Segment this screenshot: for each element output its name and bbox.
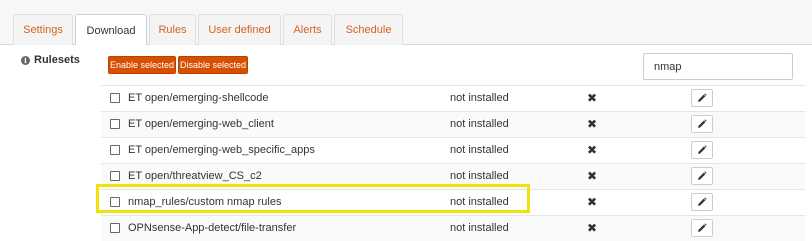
tab-settings[interactable]: Settings [13, 14, 73, 45]
ruleset-status: not installed [450, 170, 509, 182]
close-icon[interactable]: ✖ [587, 117, 597, 131]
ruleset-name: OPNsense-App-detect/file-transfer [128, 222, 297, 234]
close-icon[interactable]: ✖ [587, 221, 597, 235]
ruleset-status: not installed [450, 118, 509, 130]
search-input[interactable] [643, 53, 793, 80]
table-row: OPNsense-App-detect/file-transfer not in… [101, 215, 805, 241]
close-icon[interactable]: ✖ [587, 195, 597, 209]
ruleset-status: not installed [450, 222, 509, 234]
ruleset-status: not installed [450, 92, 509, 104]
edit-button[interactable] [691, 115, 713, 133]
pencil-icon [698, 119, 707, 128]
tab-download[interactable]: Download [75, 14, 147, 46]
row-checkbox[interactable] [110, 119, 120, 129]
edit-button[interactable] [691, 141, 713, 159]
ruleset-name: ET open/threatview_CS_c2 [128, 170, 262, 182]
row-checkbox[interactable] [110, 145, 120, 155]
pencil-icon [698, 93, 707, 102]
edit-button[interactable] [691, 219, 713, 237]
ruleset-status: not installed [450, 144, 509, 156]
pencil-icon [698, 197, 707, 206]
pencil-icon [698, 145, 707, 154]
table-row: ET open/emerging-shellcode not installed… [101, 85, 805, 111]
enable-selected-button[interactable]: Enable selected [108, 56, 176, 74]
rulesets-label-text: Rulesets [34, 54, 80, 66]
edit-button[interactable] [691, 167, 713, 185]
close-icon[interactable]: ✖ [587, 169, 597, 183]
edit-button[interactable] [691, 193, 713, 211]
table-row: ET open/threatview_CS_c2 not installed ✖ [101, 163, 805, 189]
close-icon[interactable]: ✖ [587, 143, 597, 157]
close-icon[interactable]: ✖ [587, 91, 597, 105]
pencil-icon [698, 223, 707, 232]
disable-selected-button[interactable]: Disable selected [178, 56, 248, 74]
rulesets-label: i Rulesets [21, 54, 80, 66]
table-row: ET open/emerging-web_client not installe… [101, 111, 805, 137]
tab-schedule[interactable]: Schedule [334, 14, 403, 45]
ruleset-status: not installed [450, 196, 509, 208]
ruleset-name: nmap_rules/custom nmap rules [128, 196, 282, 208]
row-checkbox[interactable] [110, 171, 120, 181]
tab-user-defined[interactable]: User defined [198, 14, 281, 45]
ruleset-name: ET open/emerging-shellcode [128, 92, 269, 104]
pencil-icon [698, 171, 707, 180]
table-row: nmap_rules/custom nmap rules not install… [101, 189, 805, 215]
tab-bar: Settings Download Rules User defined Ale… [0, 0, 812, 46]
rulesets-content: Enable selected Disable selected ET open… [101, 45, 805, 241]
tab-alerts[interactable]: Alerts [283, 14, 332, 45]
row-checkbox[interactable] [110, 197, 120, 207]
edit-button[interactable] [691, 89, 713, 107]
ruleset-name: ET open/emerging-web_specific_apps [128, 144, 315, 156]
table-row: ET open/emerging-web_specific_apps not i… [101, 137, 805, 163]
ruleset-name: ET open/emerging-web_client [128, 118, 274, 130]
tab-rules[interactable]: Rules [149, 14, 196, 45]
row-checkbox[interactable] [110, 223, 120, 233]
row-checkbox[interactable] [110, 93, 120, 103]
info-icon[interactable]: i [21, 55, 30, 65]
